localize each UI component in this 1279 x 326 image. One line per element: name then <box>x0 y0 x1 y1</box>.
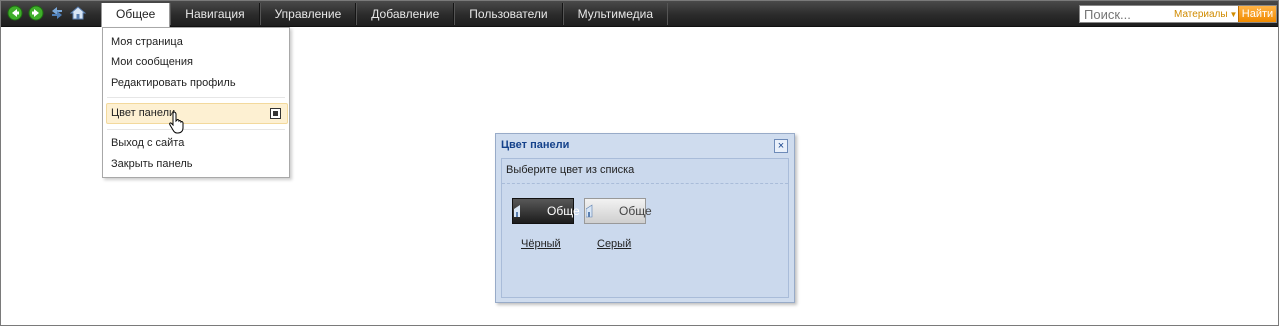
main-menu: Общее Навигация Управление Добавление По… <box>101 3 669 27</box>
refresh-icon[interactable] <box>49 5 65 21</box>
panel-color-icon <box>270 108 281 119</box>
home-icon <box>514 205 520 217</box>
search-box: Материалы▼ Найти <box>1079 5 1277 23</box>
menu-multimedia[interactable]: Мультимедиа <box>562 3 669 25</box>
hand-cursor-icon <box>169 111 184 134</box>
menu-item-panel-color[interactable]: Цвет панели <box>111 104 175 122</box>
dialog-prompt: Выберите цвет из списка <box>506 164 635 176</box>
forward-arrow-icon[interactable] <box>28 5 44 21</box>
menu-add[interactable]: Добавление <box>356 3 455 25</box>
gray-theme-preview-label: Обще <box>619 204 652 218</box>
gray-theme-link[interactable]: Серый <box>597 238 631 250</box>
menu-divider <box>107 97 285 98</box>
menu-item-my-messages[interactable]: Мои сообщения <box>111 53 193 71</box>
black-theme-link[interactable]: Чёрный <box>521 238 561 250</box>
close-icon[interactable]: × <box>774 139 788 153</box>
menu-general[interactable]: Общее <box>101 3 171 27</box>
top-panel: Общее Навигация Управление Добавление По… <box>1 1 1278 27</box>
menu-item-my-page[interactable]: Моя страница <box>111 33 183 51</box>
dialog-divider <box>502 183 788 184</box>
menu-divider <box>107 129 285 130</box>
search-scope-label: Материалы <box>1174 8 1228 20</box>
home-icon[interactable] <box>70 5 86 21</box>
home-icon <box>586 204 593 218</box>
black-theme-preview[interactable]: Обще <box>512 198 580 224</box>
search-input[interactable] <box>1080 6 1172 22</box>
gray-theme-preview[interactable]: Обще <box>584 198 652 224</box>
search-button[interactable]: Найти <box>1238 6 1276 22</box>
menu-navigation[interactable]: Навигация <box>170 3 260 25</box>
menu-item-logout[interactable]: Выход с сайта <box>111 134 184 152</box>
menu-item-close-panel[interactable]: Закрыть панель <box>111 155 192 173</box>
menu-management[interactable]: Управление <box>259 3 357 25</box>
general-dropdown-menu: Моя страница Мои сообщения Редактировать… <box>102 27 290 178</box>
black-theme-preview-label: Обще <box>547 204 580 218</box>
dialog-title: Цвет панели <box>501 139 570 151</box>
nav-icons <box>7 5 86 23</box>
panel-color-dialog: Цвет панели × Выберите цвет из списка Об… <box>495 133 795 303</box>
chevron-down-icon: ▼ <box>1229 9 1238 19</box>
menu-users[interactable]: Пользователи <box>454 3 563 25</box>
back-arrow-icon[interactable] <box>7 5 23 21</box>
menu-item-edit-profile[interactable]: Редактировать профиль <box>111 74 236 92</box>
search-scope-select[interactable]: Материалы ▼ <box>1174 9 1237 20</box>
dialog-body: Выберите цвет из списка Обще Обще Чёрный… <box>501 158 789 298</box>
